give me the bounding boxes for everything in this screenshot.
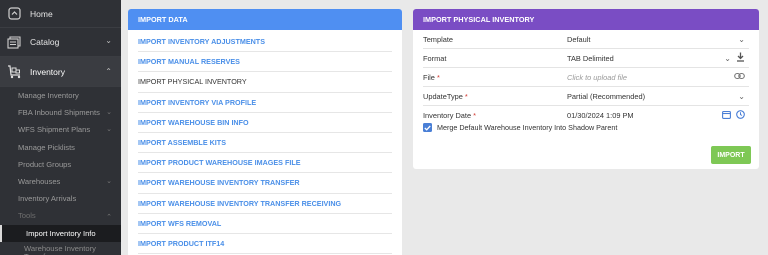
merge-default-warehouse-label: Merge Default Warehouse Inventory Into S… [437,123,618,132]
import-warehouse-inventory-transfer-receiving-link[interactable]: IMPORT WAREHOUSE INVENTORY TRANSFER RECE… [138,194,392,214]
nav-home-label: Home [30,8,53,19]
chevron-down-icon: ⌄ [106,126,112,134]
updatetype-select[interactable]: Partial (Recommended) [567,92,738,101]
sidebar-item-label: Warehouses [18,177,61,187]
file-row: File * Click to upload file [423,68,749,87]
updatetype-label: UpdateType * [423,91,468,101]
inventory-date-label: Inventory Date * [423,111,477,120]
template-row: Template Default ⌄ [423,30,749,49]
nav-catalog-label: Catalog [30,37,60,47]
chevron-up-icon: ⌃ [105,67,112,76]
link-icon[interactable] [734,72,745,82]
updatetype-row: UpdateType * Partial (Recommended) ⌄ [423,87,749,106]
chevron-down-icon[interactable]: ⌄ [738,92,745,101]
sidebar-item-warehouse-inventory-transfer[interactable]: Warehouse Inventory Transfer [0,242,121,255]
merge-default-warehouse-option: Merge Default Warehouse Inventory Into S… [423,123,617,132]
import-physical-inventory-title: IMPORT PHYSICAL INVENTORY [413,9,759,30]
sidebar-item-label: Tools [18,211,36,221]
template-label: Template [423,34,453,44]
inventory-date-input[interactable]: 01/30/2024 1:09 PM [567,111,722,120]
sidebar-item-label: Product Groups [18,159,72,169]
sidebar-item-import-inventory-info[interactable]: Import Inventory Info [0,224,121,242]
nav-inventory-label: Inventory [30,66,65,77]
sidebar-item-label: Manage Picklists [18,142,75,152]
merge-default-warehouse-checkbox[interactable] [423,123,432,132]
import-warehouse-inventory-transfer-link[interactable]: IMPORT WAREHOUSE INVENTORY TRANSFER [138,173,392,194]
sidebar-item-label: FBA Inbound Shipments [18,108,100,118]
sidebar-item-label: Import Inventory Info [26,228,96,238]
chevron-down-icon[interactable]: ⌄ [724,54,731,63]
chevron-down-icon: ⌄ [105,36,112,45]
calendar-icon[interactable] [722,110,731,121]
sidebar-item-label: Warehouse Inventory Transfer [24,243,96,255]
sidebar-item-warehouses[interactable]: Warehouses ⌄ [0,173,121,190]
import-wfs-removal-link[interactable]: IMPORT WFS REMOVAL [138,214,392,234]
chevron-down-icon[interactable]: ⌄ [738,35,745,44]
import-button[interactable]: IMPORT [711,146,751,164]
download-icon[interactable] [736,52,745,64]
sidebar-item-label: Inventory Arrivals [18,194,77,204]
import-manual-reserves-link[interactable]: IMPORT MANUAL RESERVES [138,52,392,73]
import-warehouse-bin-info-link[interactable]: IMPORT WAREHOUSE BIN INFO [138,113,392,133]
format-select[interactable]: TAB Delimited [567,54,724,63]
import-physical-inventory-panel: IMPORT PHYSICAL INVENTORY Template Defau… [413,9,759,169]
nav-inventory[interactable]: Inventory ⌃ [0,57,121,87]
sidebar-item-inventory-arrivals[interactable]: Inventory Arrivals [0,190,121,207]
format-row: Format TAB Delimited ⌄ [423,49,749,68]
catalog-icon [6,34,22,50]
import-data-title: IMPORT DATA [128,9,402,30]
nav-home[interactable]: Home [0,0,121,28]
chevron-down-icon: ⌄ [106,109,112,117]
home-icon [6,6,22,22]
inventory-icon [6,64,22,80]
clock-icon[interactable] [736,110,745,121]
import-physical-inventory-link[interactable]: IMPORT PHYSICAL INVENTORY [138,72,392,93]
format-label: Format [423,53,447,63]
sidebar-item-manage-inventory[interactable]: Manage Inventory [0,87,121,104]
sidebar-item-label: Manage Inventory [18,91,79,101]
sidebar-item-manage-picklists[interactable]: Manage Picklists [0,139,121,156]
import-inventory-adjustments-link[interactable]: IMPORT INVENTORY ADJUSTMENTS [138,32,392,53]
chevron-up-icon: ⌃ [106,214,112,222]
file-upload-field[interactable]: Click to upload file [567,73,734,82]
file-label: File * [423,72,440,82]
template-select[interactable]: Default [567,35,738,44]
sidebar-item-product-groups[interactable]: Product Groups [0,156,121,173]
import-product-warehouse-images-file-link[interactable]: IMPORT PRODUCT WAREHOUSE IMAGES FILE [138,153,392,174]
sidebar-item-wfs-shipment-plans[interactable]: WFS Shipment Plans ⌄ [0,121,121,138]
sidebar: Home Catalog ⌄ Inventory ⌃ Manage Invent… [0,0,121,255]
import-inventory-via-profile-link[interactable]: IMPORT INVENTORY VIA PROFILE [138,93,392,113]
import-product-itf14-link[interactable]: IMPORT PRODUCT ITF14 [138,234,392,255]
import-data-panel: IMPORT DATA IMPORT INVENTORY ADJUSTMENTS… [128,9,402,255]
import-assemble-kits-link[interactable]: IMPORT ASSEMBLE KITS [138,133,392,154]
chevron-down-icon: ⌄ [106,177,112,185]
sidebar-item-fba-inbound-shipments[interactable]: FBA Inbound Shipments ⌄ [0,104,121,121]
sidebar-item-tools[interactable]: Tools ⌃ [0,207,121,224]
sidebar-item-label: WFS Shipment Plans [18,125,91,135]
nav-catalog[interactable]: Catalog ⌄ [0,28,121,57]
